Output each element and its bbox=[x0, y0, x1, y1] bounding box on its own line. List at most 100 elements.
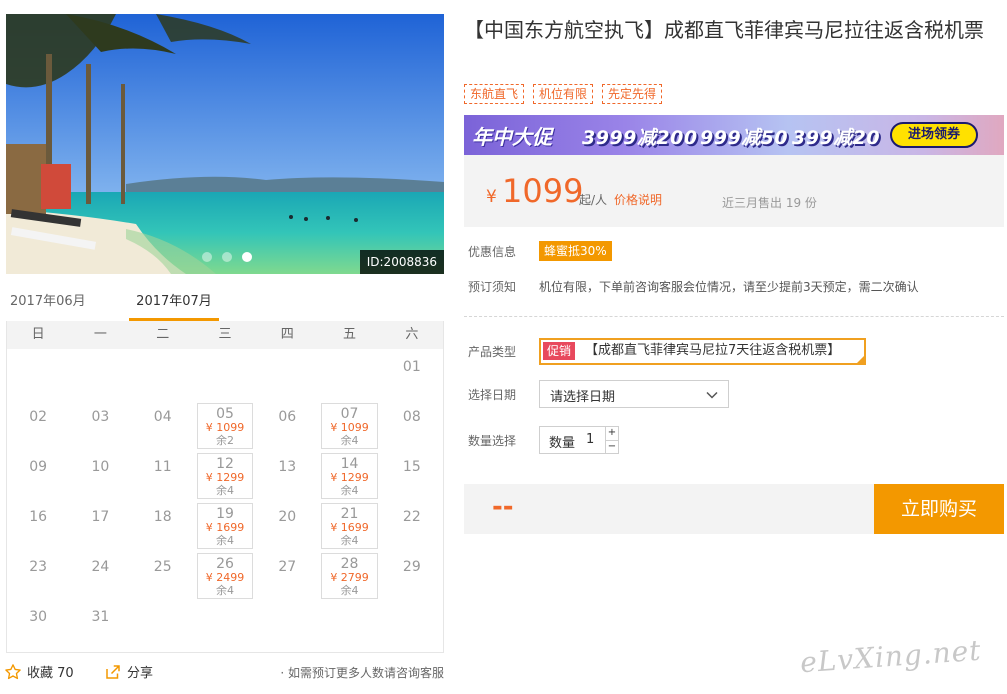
calendar-day: 20 bbox=[256, 501, 318, 551]
carousel-dot-active[interactable] bbox=[242, 252, 252, 262]
day-number: 19 bbox=[216, 506, 234, 522]
quantity-input[interactable]: 数量 1 bbox=[539, 426, 607, 454]
watermark: eLvXing.net bbox=[799, 633, 983, 680]
day-number: 14 bbox=[340, 456, 359, 472]
day-stock: 余4 bbox=[215, 484, 234, 497]
day-price: ¥ 1299 bbox=[330, 471, 369, 484]
day-number: 08 bbox=[402, 409, 421, 425]
day-stock: 余4 bbox=[340, 434, 359, 447]
quantity-stepper: + − bbox=[605, 426, 619, 454]
weekday-label: 一 bbox=[93, 327, 107, 342]
calendar-day: 27 bbox=[256, 551, 318, 601]
tag-badge: 机位有限 bbox=[533, 84, 594, 104]
weekday-label: 二 bbox=[156, 327, 170, 342]
banner-deal: 999减50 bbox=[700, 127, 789, 149]
product-photo[interactable]: ID:2008836 bbox=[6, 14, 444, 274]
day-number: 04 bbox=[153, 409, 172, 425]
calendar-empty-cell bbox=[132, 351, 194, 401]
calendar-empty-cell bbox=[256, 351, 318, 401]
day-number: 12 bbox=[216, 456, 234, 472]
calendar-day: 17 bbox=[69, 501, 131, 551]
calendar-day: 29 bbox=[381, 551, 443, 601]
calendar-day: 25 bbox=[132, 551, 194, 601]
tag-badge: 先定先得 bbox=[602, 84, 663, 104]
discount-label: 优惠信息 bbox=[468, 245, 517, 259]
day-stock: 余4 bbox=[340, 534, 359, 547]
calendar-day-available[interactable]: 12 ¥ 1299 余4 bbox=[196, 453, 254, 499]
product-type-option[interactable]: 促销 【成都直飞菲律宾马尼拉7天往返含税机票】 bbox=[539, 338, 866, 365]
day-number: 13 bbox=[278, 459, 297, 475]
calendar-day: 03 bbox=[69, 401, 131, 451]
buy-now-button[interactable]: 立即购买 bbox=[874, 484, 1004, 534]
calendar-day: 22 bbox=[381, 501, 443, 551]
calendar-day: 23 bbox=[7, 551, 69, 601]
banner-deal: 399减20 bbox=[792, 127, 881, 149]
quantity-label: 数量选择 bbox=[468, 434, 517, 448]
discount-badge: 蜂蜜抵30% bbox=[539, 241, 612, 261]
calendar-day-available[interactable]: 14 ¥ 1299 余4 bbox=[321, 453, 378, 499]
day-number: 02 bbox=[29, 409, 48, 425]
calendar-day: 18 bbox=[132, 501, 194, 551]
calendar-day-available[interactable]: 21 ¥ 1699 余4 bbox=[321, 503, 378, 549]
beach-image bbox=[6, 14, 444, 274]
day-number: 29 bbox=[402, 559, 421, 575]
day-number: 20 bbox=[278, 509, 297, 525]
day-number: 05 bbox=[216, 406, 234, 422]
get-coupon-button[interactable]: 进场领券 bbox=[890, 122, 978, 148]
tab-month-june[interactable]: 2017年06月 bbox=[10, 287, 86, 321]
favorite-button[interactable]: 收藏 70 bbox=[4, 662, 74, 681]
product-option-label: 【成都直飞菲律宾马尼拉7天往返含税机票】 bbox=[585, 343, 841, 358]
calendar-day: 30 bbox=[7, 601, 69, 651]
calendar-day: 01 bbox=[381, 351, 443, 401]
quantity-value: 1 bbox=[586, 432, 595, 447]
carousel-dot[interactable] bbox=[222, 252, 232, 262]
calendar-day: 15 bbox=[381, 451, 443, 501]
day-number: 28 bbox=[340, 556, 359, 572]
price-unit: 起/人 bbox=[579, 193, 608, 207]
calendar-day-available[interactable]: 07 ¥ 1099 余4 bbox=[321, 403, 378, 449]
day-number: 17 bbox=[91, 509, 110, 525]
calendar-day: 24 bbox=[69, 551, 131, 601]
calendar-day-available[interactable]: 26 ¥ 2499 余4 bbox=[196, 553, 254, 599]
favorite-count: 收藏 70 bbox=[27, 666, 74, 681]
price-box: ¥ 1099 起/人 价格说明 近三月售出 19 份 bbox=[464, 155, 1004, 227]
date-select[interactable]: 请选择日期 bbox=[539, 380, 729, 408]
day-stock: 余4 bbox=[215, 534, 234, 547]
chevron-down-icon bbox=[706, 391, 718, 399]
day-number: 24 bbox=[91, 559, 110, 575]
day-stock: 余4 bbox=[215, 584, 234, 597]
price-explanation-link[interactable]: 价格说明 bbox=[614, 191, 662, 208]
notice-label: 预订须知 bbox=[468, 280, 517, 294]
product-title: 【中国东方航空执飞】成都直飞菲律宾马尼拉往返含税机票 bbox=[464, 18, 984, 42]
share-bar: 收藏 70 分享 · 如需预订更多人数请咨询客服 bbox=[4, 660, 446, 686]
share-button[interactable]: 分享 bbox=[104, 662, 153, 681]
day-number: 07 bbox=[340, 406, 359, 422]
calendar-day: 11 bbox=[132, 451, 194, 501]
promo-badge: 促销 bbox=[543, 342, 576, 360]
day-number: 25 bbox=[153, 559, 172, 575]
day-number: 01 bbox=[402, 359, 421, 375]
increment-button[interactable]: + bbox=[606, 427, 618, 440]
day-number: 31 bbox=[91, 609, 110, 625]
group-booking-tip: · 如需预订更多人数请咨询客服 bbox=[280, 666, 444, 680]
calendar-day: 10 bbox=[69, 451, 131, 501]
weekday-label: 五 bbox=[343, 327, 357, 342]
tag-badge: 东航直飞 bbox=[464, 84, 525, 104]
calendar-empty-cell bbox=[69, 351, 131, 401]
carousel-dots bbox=[202, 252, 252, 262]
calendar-empty-cell bbox=[194, 351, 256, 401]
calendar-day-available[interactable]: 05 ¥ 1099 余2 bbox=[196, 403, 254, 449]
day-stock: 余4 bbox=[340, 484, 359, 497]
day-number: 10 bbox=[91, 459, 110, 475]
calendar-day: 09 bbox=[7, 451, 69, 501]
tab-month-july[interactable]: 2017年07月 bbox=[129, 287, 219, 321]
calendar-day-available[interactable]: 19 ¥ 1699 余4 bbox=[196, 503, 254, 549]
calendar-day: 16 bbox=[7, 501, 69, 551]
product-tags: 东航直飞 机位有限 先定先得 bbox=[464, 84, 663, 104]
carousel-dot[interactable] bbox=[202, 252, 212, 262]
promo-banner[interactable]: 年中大促 3999减200 999减50 399减20 进场领券 bbox=[464, 115, 1004, 155]
day-price: ¥ 1699 bbox=[205, 521, 245, 534]
calendar-day-available[interactable]: 28 ¥ 2799 余4 bbox=[321, 553, 378, 599]
sales-count: 近三月售出 19 份 bbox=[722, 196, 817, 210]
decrement-button[interactable]: − bbox=[606, 440, 618, 453]
